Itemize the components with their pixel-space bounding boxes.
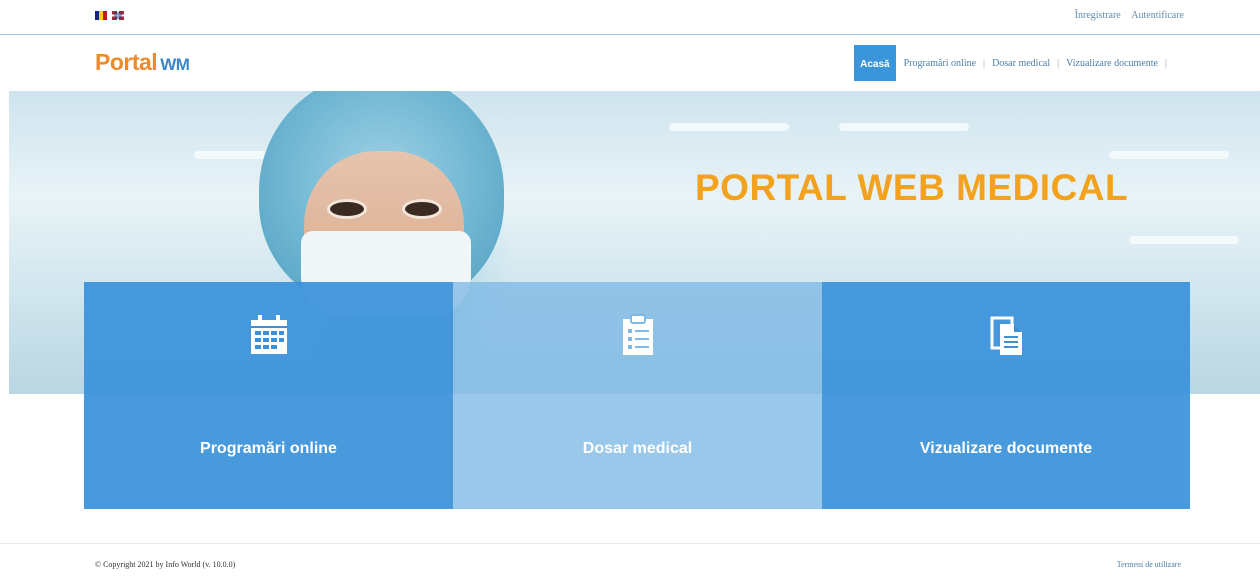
copyright-text: © Copyright 2021 by Info World (v. 10.0.… <box>95 560 236 569</box>
nav-separator: | <box>983 57 986 69</box>
footer-divider <box>0 543 1260 544</box>
calendar-icon <box>250 315 287 354</box>
tile-label: Dosar medical <box>582 440 693 457</box>
documents-icon <box>990 316 1022 355</box>
nav-medical-record[interactable]: Dosar medical <box>992 58 1050 69</box>
ceiling-light <box>669 123 789 131</box>
clipboard-icon <box>622 314 653 355</box>
tile-label: Vizualizare documente <box>919 440 1093 457</box>
nav-separator: | <box>1057 57 1060 69</box>
nav-appointments[interactable]: Programări online <box>904 58 976 69</box>
tile-medical-record[interactable]: Dosar medical <box>453 282 822 509</box>
doctor-eye <box>402 199 442 219</box>
register-link[interactable]: Înregistrare <box>1075 10 1121 21</box>
portal-logo[interactable]: Portal WM <box>95 49 190 76</box>
romanian-flag-icon[interactable] <box>95 11 107 20</box>
language-selector <box>95 11 124 20</box>
ceiling-light <box>839 123 969 131</box>
main-nav: Acasă Programări online | Dosar medical … <box>854 45 1172 81</box>
tile-label: Programări online <box>200 440 337 457</box>
main-header: Portal WM Acasă Programări online | Dosar… <box>0 35 1260 90</box>
tile-appointments[interactable]: Programări online <box>84 282 453 509</box>
nav-home[interactable]: Acasă <box>854 45 896 81</box>
nav-separator: | <box>1164 57 1167 69</box>
hero-title: PORTAL WEB MEDICAL <box>695 167 1129 208</box>
ceiling-light <box>1109 151 1229 159</box>
doctor-eye <box>327 199 367 219</box>
logo-text: Portal <box>95 49 158 75</box>
nav-documents[interactable]: Vizualizare documente <box>1066 58 1158 69</box>
login-link[interactable]: Autentificare <box>1131 10 1184 21</box>
account-links: Înregistrare Autentificare <box>1067 10 1184 21</box>
feature-tiles: Programări online Dosar medical Vizualiz… <box>84 282 1190 509</box>
tile-documents[interactable]: Vizualizare documente <box>822 282 1190 509</box>
english-flag-icon[interactable] <box>112 11 124 20</box>
terms-link[interactable]: Termeni de utilizare <box>1117 560 1181 569</box>
top-bar: Înregistrare Autentificare <box>0 0 1260 35</box>
ceiling-light <box>1129 236 1239 244</box>
logo-mark: WM <box>160 55 190 74</box>
